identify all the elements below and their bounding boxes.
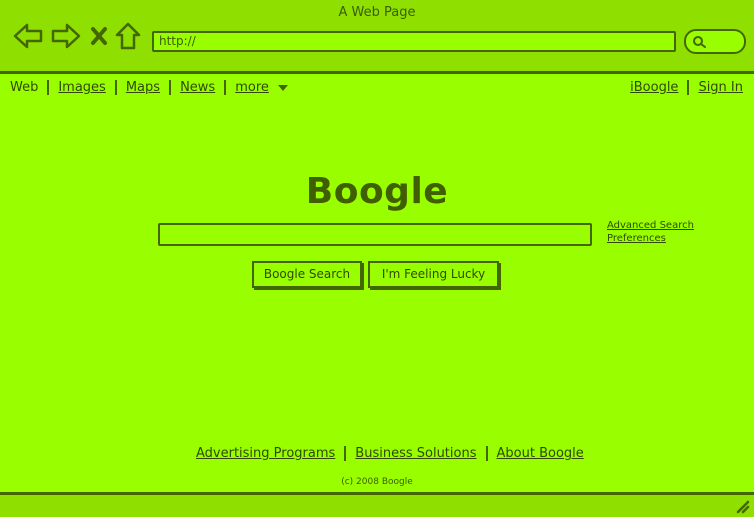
nav-news[interactable]: News — [180, 80, 215, 95]
home-icon — [115, 22, 141, 50]
back-button[interactable] — [12, 21, 44, 51]
nav-divider — [47, 80, 50, 95]
preferences-link[interactable]: Preferences — [607, 232, 694, 245]
feeling-lucky-button[interactable]: I'm Feeling Lucky — [368, 261, 499, 288]
nav-more-dropdown[interactable]: more — [235, 80, 288, 95]
back-arrow-icon — [13, 23, 43, 49]
window-title: A Web Page — [338, 5, 416, 20]
nav-divider — [224, 80, 227, 95]
nav-images[interactable]: Images — [58, 80, 106, 95]
status-bar — [0, 492, 754, 517]
home-button[interactable] — [114, 21, 142, 51]
chevron-down-icon — [277, 84, 288, 91]
close-icon — [91, 27, 107, 45]
resize-grip-icon[interactable] — [736, 500, 750, 514]
browser-search-field[interactable] — [684, 29, 746, 54]
forward-arrow-icon — [51, 23, 81, 49]
sign-in-link[interactable]: Sign In — [698, 80, 743, 95]
nav-web: Web — [10, 80, 39, 95]
nav-more[interactable]: more — [235, 80, 269, 95]
copyright: (c) 2008 Boogle — [341, 477, 413, 487]
footer-divider — [344, 446, 347, 461]
nav-maps[interactable]: Maps — [126, 80, 160, 95]
browser-window: A Web Page http:// Web Images Maps News … — [0, 0, 754, 517]
advanced-search-link[interactable]: Advanced Search — [607, 219, 694, 232]
site-logo: Boogle — [305, 171, 449, 212]
about-link[interactable]: About Boogle — [497, 446, 584, 461]
search-icon — [693, 36, 706, 48]
stop-button[interactable] — [89, 21, 109, 51]
nav-divider — [114, 80, 117, 95]
search-button[interactable]: Boogle Search — [252, 261, 362, 288]
footer-divider — [485, 446, 488, 461]
browser-toolbar: A Web Page http:// — [0, 0, 754, 74]
advertising-programs-link[interactable]: Advertising Programs — [196, 446, 335, 461]
nav-divider — [687, 80, 690, 95]
top-nav: Web Images Maps News more — [10, 80, 288, 95]
forward-button[interactable] — [50, 21, 82, 51]
iboogle-link[interactable]: iBoogle — [630, 80, 678, 95]
footer-links: Advertising Programs Business Solutions … — [196, 446, 584, 461]
nav-divider — [169, 80, 172, 95]
address-bar[interactable]: http:// — [152, 31, 676, 52]
business-solutions-link[interactable]: Business Solutions — [355, 446, 476, 461]
search-input[interactable] — [158, 223, 592, 246]
account-links: iBoogle Sign In — [630, 80, 743, 95]
search-options: Advanced Search Preferences — [607, 219, 694, 245]
